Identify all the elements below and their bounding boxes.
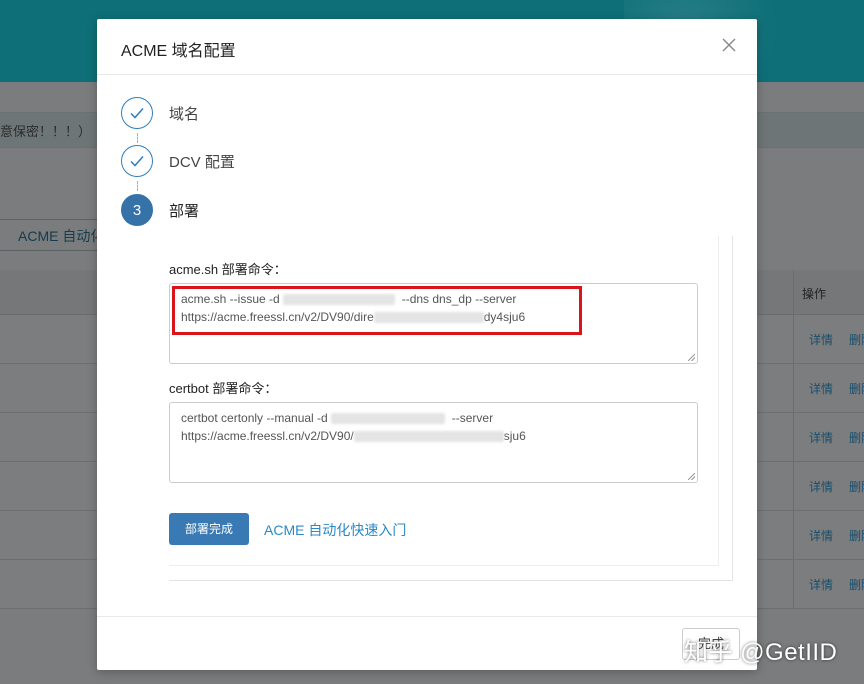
detail-link[interactable]: 详情 — [809, 478, 833, 495]
check-icon — [121, 97, 153, 129]
red-highlight-box — [172, 286, 582, 335]
redacted-path — [353, 431, 504, 443]
dialog-title: ACME 域名配置 — [121, 43, 236, 60]
resize-handle[interactable] — [688, 354, 695, 361]
delete-link[interactable]: 删除 — [849, 478, 864, 495]
acme-domain-config-dialog: ACME 域名配置 域名 DCV 配置 3 部署 acme.sh 部署命令： a… — [97, 19, 757, 670]
detail-link[interactable]: 详情 — [809, 576, 833, 593]
step-label: 部署 — [169, 203, 200, 220]
column-divider — [793, 270, 794, 608]
command-text: --server — [451, 411, 494, 425]
detail-link[interactable]: 详情 — [809, 331, 833, 348]
delete-link[interactable]: 删除 — [849, 527, 864, 544]
acme-quickstart-link[interactable]: ACME 自动化快速入门 — [264, 520, 406, 540]
step-connector — [137, 133, 138, 143]
command-text: certbot certonly --manual -d — [181, 411, 332, 425]
step-label: 域名 — [169, 106, 200, 123]
command-text: sju6 — [503, 429, 526, 443]
notice-text: 意保密！！！） — [0, 124, 92, 139]
redacted-domain — [331, 413, 446, 425]
close-icon[interactable] — [719, 36, 739, 56]
step-connector — [137, 181, 138, 191]
delete-link[interactable]: 删除 — [849, 576, 864, 593]
detail-link[interactable]: 详情 — [809, 527, 833, 544]
operations-column-header: 操作 — [802, 287, 827, 301]
step-number: 3 — [121, 194, 153, 226]
dialog-header: ACME 域名配置 — [97, 19, 757, 75]
zhihu-watermark: 知乎 @GetIID — [684, 639, 838, 666]
delete-link[interactable]: 删除 — [849, 331, 864, 348]
detail-link[interactable]: 详情 — [809, 429, 833, 446]
step-label: DCV 配置 — [169, 154, 235, 171]
detail-link[interactable]: 详情 — [809, 380, 833, 397]
certbot-command-textarea[interactable]: certbot certonly --manual -d --server ht… — [169, 402, 698, 483]
check-icon — [121, 145, 153, 177]
delete-link[interactable]: 删除 — [849, 429, 864, 446]
acme-sh-label: acme.sh 部署命令： — [169, 262, 287, 277]
command-text: https://acme.freessl.cn/v2/DV90/ — [181, 429, 354, 443]
delete-link[interactable]: 删除 — [849, 380, 864, 397]
deploy-complete-button[interactable]: 部署完成 — [169, 513, 249, 545]
acme-automation-label: ACME 自动化 — [18, 228, 105, 244]
resize-handle[interactable] — [688, 473, 695, 480]
certbot-label: certbot 部署命令： — [169, 381, 278, 396]
dialog-footer: 完成 — [97, 616, 757, 670]
